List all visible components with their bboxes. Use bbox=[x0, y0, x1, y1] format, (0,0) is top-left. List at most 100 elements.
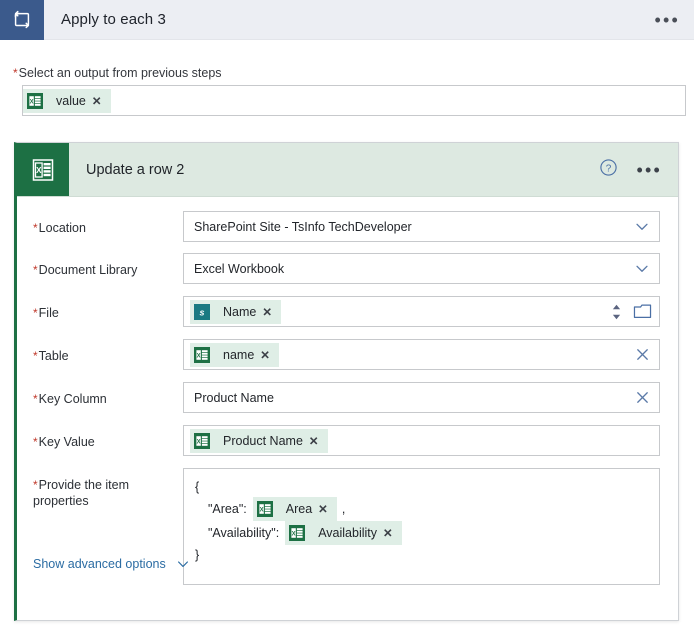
token-chip-key-value[interactable]: X Product Name ✕ bbox=[190, 428, 328, 453]
help-icon[interactable]: ? bbox=[599, 158, 618, 182]
token-remove-icon[interactable]: ✕ bbox=[260, 348, 279, 362]
field-label-text: Key Value bbox=[38, 435, 95, 449]
key-column-input[interactable]: Product Name bbox=[183, 382, 660, 413]
chevron-down-icon[interactable] bbox=[633, 218, 651, 236]
loop-more-menu-icon[interactable]: ••• bbox=[654, 11, 680, 29]
show-advanced-options-button[interactable]: Show advanced options bbox=[33, 556, 191, 572]
field-label-item-properties: *Provide the item properties bbox=[33, 468, 183, 509]
required-asterisk: * bbox=[33, 435, 38, 449]
required-asterisk: * bbox=[33, 221, 38, 235]
select-output-label: *Select an output from previous steps bbox=[13, 66, 222, 80]
svg-text:X: X bbox=[36, 166, 42, 175]
field-label-table: *Table bbox=[33, 339, 183, 364]
apply-to-each-loop-icon bbox=[0, 0, 44, 40]
token-chip-table-name[interactable]: X name ✕ bbox=[190, 342, 279, 367]
json-entry-availability: "Availability": X Availability ✕ bbox=[194, 521, 649, 545]
power-automate-action-pane: Apply to each 3 ••• *Select an output fr… bbox=[0, 0, 694, 643]
excel-token-icon: X bbox=[190, 429, 214, 453]
folder-picker-icon[interactable] bbox=[633, 303, 652, 320]
svg-text:X: X bbox=[197, 353, 201, 359]
excel-token-icon: X bbox=[285, 521, 309, 545]
token-chip-area[interactable]: X Area ✕ bbox=[252, 497, 337, 521]
action-form: *Location SharePoint Site - TsInfo TechD… bbox=[17, 211, 678, 585]
excel-workbook-icon: X bbox=[17, 143, 69, 196]
token-chip-label: name bbox=[223, 347, 255, 362]
sharepoint-token-icon: s bbox=[190, 300, 214, 324]
required-asterisk: * bbox=[33, 349, 38, 363]
apply-to-each-title: Apply to each 3 bbox=[61, 11, 166, 28]
chevron-down-icon[interactable] bbox=[175, 556, 191, 572]
field-label-text: File bbox=[38, 306, 59, 320]
token-chip-label: Product Name bbox=[223, 433, 303, 448]
field-label-key-value: *Key Value bbox=[33, 425, 183, 450]
json-close-brace: } bbox=[195, 548, 200, 562]
svg-text:X: X bbox=[30, 99, 34, 105]
token-chip-value[interactable]: X value ✕ bbox=[23, 88, 111, 113]
field-label-text: Key Column bbox=[38, 392, 107, 406]
field-label-document-library: *Document Library bbox=[33, 253, 183, 278]
field-label-text: Table bbox=[38, 349, 69, 363]
svg-text:?: ? bbox=[606, 163, 612, 174]
field-row-file: *File s Name ✕ bbox=[17, 296, 678, 327]
field-label-text-line2: properties bbox=[33, 494, 89, 508]
location-dropdown[interactable]: SharePoint Site - TsInfo TechDeveloper bbox=[183, 211, 660, 242]
item-properties-editor[interactable]: { "Area": X Area ✕ , "Availability": X A… bbox=[183, 468, 660, 585]
document-library-value: Excel Workbook bbox=[194, 261, 285, 276]
json-entry-area: "Area": X Area ✕ , bbox=[194, 497, 649, 521]
select-output-input[interactable]: X value ✕ bbox=[22, 85, 686, 116]
key-column-value: Product Name bbox=[194, 390, 274, 405]
token-remove-icon[interactable]: ✕ bbox=[383, 526, 402, 540]
token-remove-icon[interactable]: ✕ bbox=[309, 434, 328, 448]
chevron-down-icon[interactable] bbox=[633, 260, 651, 278]
token-chip-availability[interactable]: X Availability ✕ bbox=[285, 521, 402, 545]
file-picker-input[interactable]: s Name ✕ bbox=[183, 296, 660, 327]
excel-token-icon: X bbox=[253, 497, 277, 521]
spinner-updown-icon[interactable] bbox=[610, 302, 623, 322]
required-asterisk: * bbox=[33, 263, 38, 277]
field-row-document-library: *Document Library Excel Workbook bbox=[17, 253, 678, 284]
field-label-text-line1: Provide the item bbox=[38, 478, 129, 492]
json-comma: , bbox=[341, 502, 346, 516]
update-a-row-action-card: X Update a row 2 ? ••• *Location SharePo… bbox=[14, 142, 679, 621]
field-row-table: *Table X name ✕ bbox=[17, 339, 678, 370]
field-row-key-value: *Key Value X Product Name ✕ bbox=[17, 425, 678, 456]
action-card-header[interactable]: X Update a row 2 ? ••• bbox=[17, 143, 678, 197]
select-output-label-text: Select an output from previous steps bbox=[18, 66, 222, 80]
required-asterisk: * bbox=[33, 478, 38, 492]
svg-text:X: X bbox=[259, 507, 263, 513]
clear-x-icon[interactable] bbox=[634, 346, 651, 363]
json-open-brace: { bbox=[195, 480, 200, 494]
clear-x-icon[interactable] bbox=[634, 389, 651, 406]
field-row-key-column: *Key Column Product Name bbox=[17, 382, 678, 413]
svg-text:X: X bbox=[197, 439, 201, 445]
svg-text:s: s bbox=[199, 307, 204, 317]
apply-to-each-header[interactable]: Apply to each 3 ••• bbox=[0, 0, 694, 40]
document-library-dropdown[interactable]: Excel Workbook bbox=[183, 253, 660, 284]
token-remove-icon[interactable]: ✕ bbox=[318, 502, 337, 516]
excel-token-icon: X bbox=[23, 89, 47, 113]
token-chip-label: Area bbox=[285, 502, 313, 516]
field-label-text: Location bbox=[38, 221, 86, 235]
action-card-title: Update a row 2 bbox=[86, 161, 185, 178]
field-row-location: *Location SharePoint Site - TsInfo TechD… bbox=[17, 211, 678, 242]
required-asterisk: * bbox=[33, 392, 38, 406]
token-remove-icon[interactable]: ✕ bbox=[262, 305, 281, 319]
key-value-input[interactable]: X Product Name ✕ bbox=[183, 425, 660, 456]
json-key-availability: "Availability": bbox=[208, 526, 280, 540]
token-chip-label: Availability bbox=[318, 526, 378, 540]
token-remove-icon[interactable]: ✕ bbox=[92, 94, 111, 108]
json-key-area: "Area": bbox=[208, 502, 247, 516]
show-advanced-options-label: Show advanced options bbox=[33, 557, 166, 571]
field-label-file: *File bbox=[33, 296, 183, 321]
token-chip-label: Name bbox=[223, 304, 257, 319]
table-input[interactable]: X name ✕ bbox=[183, 339, 660, 370]
required-asterisk: * bbox=[13, 66, 18, 80]
token-chip-label: value bbox=[56, 93, 86, 108]
location-value: SharePoint Site - TsInfo TechDeveloper bbox=[194, 219, 412, 234]
excel-token-icon: X bbox=[190, 343, 214, 367]
action-more-menu-icon[interactable]: ••• bbox=[636, 161, 662, 179]
required-asterisk: * bbox=[33, 306, 38, 320]
token-chip-file-name[interactable]: s Name ✕ bbox=[190, 299, 281, 324]
field-label-location: *Location bbox=[33, 211, 183, 236]
field-label-key-column: *Key Column bbox=[33, 382, 183, 407]
